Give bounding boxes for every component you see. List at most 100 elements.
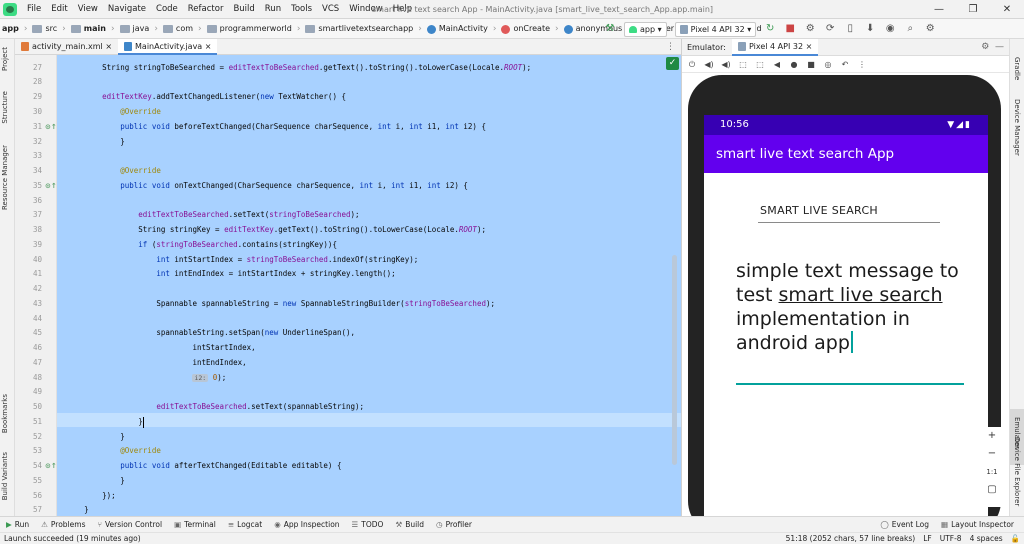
build-tool-button[interactable]: ⚒ Build: [389, 517, 430, 533]
code-line: public void afterTextChanged(Editable ed…: [120, 461, 342, 470]
layout-inspector-tool-button[interactable]: ▦ Layout Inspector: [935, 517, 1020, 533]
folder-icon: [162, 25, 173, 33]
close-button[interactable]: ✕: [990, 0, 1024, 19]
override-marker-icon[interactable]: ⊙↑: [45, 179, 57, 193]
app-inspection-tool-button[interactable]: ◉ App Inspection: [268, 517, 345, 533]
breadcrumb-com[interactable]: com: [176, 19, 193, 39]
breadcrumb-src[interactable]: src: [45, 19, 57, 39]
chevron-right-icon: ›: [418, 24, 422, 34]
lock-icon[interactable]: 🔓: [1011, 533, 1020, 544]
gradle-tool-tab[interactable]: Gradle: [1013, 57, 1021, 80]
zoom-actual-size-button[interactable]: 1:1: [983, 463, 1001, 481]
resource-manager-tool-tab[interactable]: Resource Manager: [1, 145, 9, 210]
menu-code[interactable]: Code: [151, 0, 183, 19]
home-icon[interactable]: ●: [788, 56, 800, 73]
device-file-explorer-tool-tab[interactable]: Device File Explorer: [1013, 437, 1021, 506]
breadcrumb-package[interactable]: smartlivetextsearchapp: [318, 19, 413, 39]
line-number: 52: [32, 432, 42, 441]
breadcrumb-app[interactable]: app: [2, 19, 19, 39]
override-marker-icon[interactable]: ⊙↑: [45, 120, 57, 134]
menu-refactor[interactable]: Refactor: [183, 0, 229, 19]
event-log-tool-button[interactable]: ◯ Event Log: [874, 517, 935, 533]
minimize-button[interactable]: —: [922, 0, 956, 19]
run-tool-button[interactable]: ▶ Run: [0, 517, 35, 533]
menu-vcs[interactable]: VCS: [317, 0, 344, 19]
tab-activity-main-xml[interactable]: activity_main.xml ×: [15, 39, 118, 55]
profiler-tool-button[interactable]: ◷ Profiler: [430, 517, 478, 533]
emulator-device-tab[interactable]: Pixel 4 API 32 ×: [732, 39, 819, 56]
searched-text-field[interactable]: simple text message to test smart live s…: [736, 259, 972, 355]
caret-position[interactable]: 51:18 (2052 chars, 57 line breaks): [786, 533, 916, 544]
structure-tool-tab[interactable]: Structure: [1, 91, 9, 124]
breadcrumb-mainactivity[interactable]: MainActivity: [439, 19, 488, 39]
overview-icon[interactable]: ■: [805, 56, 817, 73]
file-encoding[interactable]: UTF-8: [940, 533, 962, 544]
menu-run[interactable]: Run: [260, 0, 286, 19]
code-line: i2: 0);: [192, 373, 227, 382]
zoom-out-button[interactable]: −: [983, 445, 1001, 463]
zoom-fit-button[interactable]: ▢: [983, 481, 1001, 499]
snapshot-icon[interactable]: ↶: [839, 56, 851, 73]
override-marker-icon[interactable]: ⊙↑: [45, 459, 57, 473]
problems-tool-button[interactable]: ⚠ Problems: [35, 517, 91, 533]
breadcrumb-java[interactable]: java: [133, 19, 150, 39]
code-line: editTextToBeSearched.setText(spannableSt…: [156, 402, 365, 411]
search-key-input[interactable]: SMART LIVE SEARCH: [758, 201, 940, 223]
refresh-icon[interactable]: ↻: [762, 21, 778, 37]
menu-edit[interactable]: Edit: [46, 0, 72, 19]
rotate-right-icon[interactable]: ⬚: [754, 56, 766, 73]
device-dropdown[interactable]: Pixel 4 API 32 ▾: [674, 21, 757, 37]
code-editor[interactable]: String stringToBeSearched = editTextToBe…: [57, 55, 681, 516]
logcat-tool-button[interactable]: ≡ Logcat: [222, 517, 268, 533]
run-config-dropdown[interactable]: app ▾: [624, 21, 667, 37]
menu-tools[interactable]: Tools: [286, 0, 317, 19]
screenshot-icon[interactable]: ◎: [822, 56, 834, 73]
menu-navigate[interactable]: Navigate: [103, 0, 151, 19]
breadcrumb-programmerworld[interactable]: programmerworld: [220, 19, 292, 39]
more-icon[interactable]: ⋮: [856, 56, 868, 73]
emulator-settings-icon[interactable]: ⚙ —: [981, 39, 1004, 56]
line-number: 48: [32, 373, 42, 382]
breadcrumb-main[interactable]: main: [84, 19, 106, 39]
sdk-icon[interactable]: ⬇: [862, 21, 878, 37]
search-icon[interactable]: ⌕: [902, 21, 918, 37]
sync-icon[interactable]: ⟳: [822, 21, 838, 37]
device-manager-icon[interactable]: ▯: [842, 21, 858, 37]
terminal-tool-button[interactable]: ▣ Terminal: [168, 517, 222, 533]
line-number: 46: [32, 343, 42, 352]
inspection-ok-icon[interactable]: ✓: [666, 57, 679, 70]
version-control-tool-button[interactable]: ⑂ Version Control: [91, 517, 168, 533]
text-caret: [142, 416, 144, 428]
menu-build[interactable]: Build: [228, 0, 259, 19]
menu-file[interactable]: File: [22, 0, 46, 19]
chevron-right-icon: ›: [62, 24, 66, 34]
settings-icon[interactable]: ⚙: [922, 21, 938, 37]
back-icon[interactable]: ◀: [771, 56, 783, 73]
build-variants-tool-tab[interactable]: Build Variants: [1, 452, 9, 500]
indent-setting[interactable]: 4 spaces: [970, 533, 1003, 544]
phone-screen[interactable]: 10:56 ▼◢▮ smart live text search App SMA…: [704, 115, 988, 544]
rotate-left-icon[interactable]: ⬚: [737, 56, 749, 73]
account-icon[interactable]: ◉: [882, 21, 898, 37]
menu-view[interactable]: View: [73, 0, 103, 19]
hammer-icon[interactable]: ⚒: [602, 21, 618, 37]
tab-mainactivity-java[interactable]: MainActivity.java ×: [118, 38, 218, 55]
volume-up-icon[interactable]: ◀): [703, 56, 715, 73]
zoom-in-button[interactable]: +: [983, 427, 1001, 445]
editor-scrollbar[interactable]: [672, 255, 677, 465]
stop-icon[interactable]: ■: [782, 21, 798, 37]
maximize-button[interactable]: ❐: [956, 0, 990, 19]
line-separator[interactable]: LF: [923, 533, 932, 544]
volume-down-icon[interactable]: ◀): [720, 56, 732, 73]
device-manager-tool-tab[interactable]: Device Manager: [1013, 99, 1021, 156]
bookmarks-tool-tab[interactable]: Bookmarks: [1, 394, 9, 433]
code-line: spannableString.setSpan(new UnderlineSpa…: [57, 328, 356, 337]
more-icon[interactable]: ⋮: [666, 39, 675, 55]
todo-tool-button[interactable]: ☰ TODO: [346, 517, 390, 533]
project-tool-tab[interactable]: Project: [1, 47, 9, 71]
tool-window-bar: ▶ Run ⚠ Problems ⑂ Version Control ▣ Termina…: [0, 516, 1024, 532]
breadcrumb-oncreate[interactable]: onCreate: [513, 19, 550, 39]
build-icon[interactable]: ⚙: [802, 21, 818, 37]
power-icon[interactable]: ⏻: [686, 56, 698, 73]
status-message[interactable]: Launch succeeded (19 minutes ago): [4, 533, 141, 544]
